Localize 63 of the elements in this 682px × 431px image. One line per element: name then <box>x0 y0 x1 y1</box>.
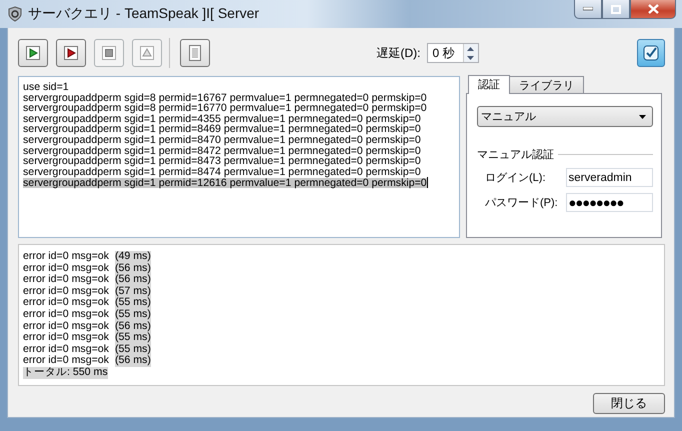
text-cursor <box>426 177 428 188</box>
code-line: servergroupaddperm sgid=8 permid=16767 permvalue=1 permnegated=0 permskip=0 <box>23 92 427 104</box>
auth-mode-dropdown[interactable]: マニュアル <box>477 106 653 127</box>
timing-text: (56 ms) <box>114 262 151 274</box>
password-label: パスワード(P): <box>485 196 559 210</box>
login-field[interactable]: serveradmin <box>566 168 653 187</box>
timing-text: (55 ms) <box>114 308 151 321</box>
code-line: servergroupaddperm sgid=1 permid=4355 permvalue=1 permnegated=0 permskip=0 <box>23 114 421 124</box>
timing-text: (56 ms) <box>114 355 151 367</box>
timing-text: (55 ms) <box>114 297 151 309</box>
toolbar-button[interactable] <box>56 39 86 67</box>
toolbar-button[interactable] <box>18 39 48 67</box>
stop-icon <box>102 46 116 60</box>
timing-text: (55 ms) <box>114 344 151 356</box>
result-text: error id=0 msg=ok <box>23 320 109 332</box>
result-text: error id=0 msg=ok <box>23 308 109 321</box>
result-text: error id=0 msg=ok <box>23 332 109 344</box>
total-time-text: トータル: 550 ms <box>23 366 108 379</box>
delay-label: 遅延(D): <box>376 44 420 62</box>
tab[interactable]: 認証 <box>468 75 510 94</box>
timing-text: (49 ms) <box>114 251 151 263</box>
timing-text: (56 ms) <box>114 320 151 332</box>
code-line: servergroupaddperm sgid=1 permid=8472 permvalue=1 permnegated=0 permskip=0 <box>23 146 421 156</box>
toolbar-button[interactable] <box>180 39 210 67</box>
code-line: servergroupaddperm sgid=8 permid=16770 permvalue=1 permnegated=0 permskip=0 <box>23 103 427 114</box>
dropdown-arrow-icon <box>639 114 646 118</box>
down-arrow-icon <box>467 56 474 60</box>
maximize-button[interactable] <box>602 0 630 19</box>
password-field[interactable]: ●●●●●●●● <box>566 193 653 212</box>
settings-button[interactable] <box>637 39 665 67</box>
up-arrow-icon <box>467 46 474 50</box>
close-button[interactable]: 閉じる <box>593 393 665 414</box>
minimize-button[interactable] <box>574 0 602 19</box>
document-icon <box>189 45 201 61</box>
play-icon <box>26 46 40 60</box>
shield-icon <box>8 6 22 22</box>
code-line: servergroupaddperm sgid=1 permid=8473 permvalue=1 permnegated=0 permskip=0 <box>23 156 421 167</box>
delay-spinner[interactable]: 0 秒 <box>426 43 478 63</box>
close-icon <box>648 4 658 14</box>
login-label: ログイン(L): <box>485 171 546 185</box>
code-line: use sid=1 <box>23 82 69 93</box>
minimize-icon <box>583 7 593 11</box>
checkmark-icon <box>643 45 659 61</box>
close-window-button[interactable] <box>630 0 676 19</box>
code-line: servergroupaddperm sgid=1 permid=8474 permvalue=1 permnegated=0 permskip=0 <box>23 166 421 178</box>
timing-text: (55 ms) <box>114 332 151 344</box>
query-editor[interactable] <box>18 76 460 238</box>
result-text: error id=0 msg=ok <box>23 251 109 263</box>
code-line: servergroupaddperm sgid=1 permid=8470 permvalue=1 permnegated=0 permskip=0 <box>23 134 421 146</box>
maximize-icon <box>611 4 621 14</box>
result-text: error id=0 msg=ok <box>23 286 109 298</box>
result-text: error id=0 msg=ok <box>23 262 109 274</box>
play-icon <box>64 46 78 60</box>
result-text: error id=0 msg=ok <box>23 274 109 286</box>
result-text: error id=0 msg=ok <box>23 344 109 355</box>
tab[interactable]: ライブラリ <box>509 76 584 93</box>
group-label: マニュアル認証 <box>477 148 554 162</box>
code-line: servergroupaddperm sgid=1 permid=8469 permvalue=1 permnegated=0 permskip=0 <box>23 124 421 135</box>
timing-text: (56 ms) <box>114 274 151 286</box>
result-text: error id=0 msg=ok <box>23 355 109 367</box>
timing-text: (57 ms) <box>114 286 151 298</box>
result-text: error id=0 msg=ok <box>23 297 109 309</box>
window-title: サーバクエリ - TeamSpeak ]I[ Server <box>28 5 260 23</box>
